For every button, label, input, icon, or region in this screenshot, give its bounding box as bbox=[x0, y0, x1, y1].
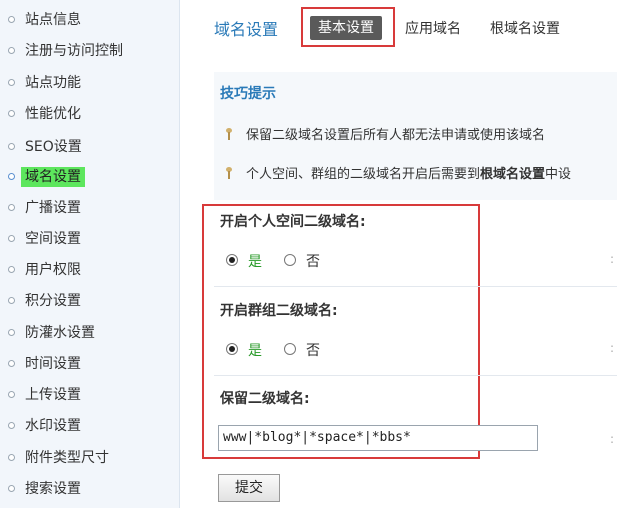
bullet-icon bbox=[8, 143, 15, 150]
group-yes-radio[interactable] bbox=[226, 343, 238, 355]
sidebar-item-search[interactable]: 搜索设置 bbox=[0, 476, 180, 502]
sidebar-item-label: 性能优化 bbox=[25, 106, 81, 122]
reserved-domains-label: 保留二级域名: bbox=[220, 391, 310, 407]
bullet-icon bbox=[8, 391, 15, 398]
tab-bar: 域名设置 基本设置 应用域名 根域名设置 bbox=[188, 0, 617, 58]
sidebar-item-domain[interactable]: 域名设置 bbox=[0, 164, 180, 190]
sidebar-item-label: 上传设置 bbox=[25, 387, 81, 403]
sidebar-item-performance[interactable]: 性能优化 bbox=[0, 101, 180, 127]
bullet-icon bbox=[8, 454, 15, 461]
bullet-icon bbox=[8, 297, 15, 304]
radio-no-label[interactable]: 否 bbox=[306, 340, 320, 360]
bullet-icon bbox=[8, 235, 15, 242]
group-label: 开启群组二级域名: bbox=[220, 303, 338, 319]
tips-box: 技巧提示 保留二级域名设置后所有人都无法申请或使用该域名 个人空间、群组的二级域… bbox=[214, 72, 617, 200]
sidebar-item-anti-spam[interactable]: 防灌水设置 bbox=[0, 320, 180, 346]
sidebar: 站点信息 注册与访问控制 站点功能 性能优化 SEO设置 域名设置 广播设置 空… bbox=[0, 0, 180, 508]
truncated-hint: : bbox=[610, 341, 615, 355]
radio-no-label[interactable]: 否 bbox=[306, 251, 320, 271]
sidebar-item-broadcast[interactable]: 广播设置 bbox=[0, 195, 180, 221]
tab-root-domain[interactable]: 根域名设置 bbox=[490, 18, 560, 38]
radio-yes-label[interactable]: 是 bbox=[248, 251, 262, 271]
sidebar-item-time[interactable]: 时间设置 bbox=[0, 351, 180, 377]
group-no-radio[interactable] bbox=[284, 343, 296, 355]
divider bbox=[214, 375, 617, 376]
main-panel: 域名设置 基本设置 应用域名 根域名设置 技巧提示 保留二级域名设置后所有人都无… bbox=[188, 0, 617, 508]
sidebar-item-space[interactable]: 空间设置 bbox=[0, 226, 180, 252]
truncated-hint: : bbox=[610, 432, 615, 446]
divider bbox=[214, 286, 617, 287]
bullet-icon bbox=[8, 266, 15, 273]
sidebar-item-label: 用户权限 bbox=[25, 262, 81, 278]
sidebar-item-label: 积分设置 bbox=[25, 293, 81, 309]
tip-text: 个人空间、群组的二级域名开启后需要到 bbox=[246, 167, 481, 182]
bullet-icon bbox=[8, 422, 15, 429]
bullet-icon bbox=[8, 329, 15, 336]
sidebar-item-user-permissions[interactable]: 用户权限 bbox=[0, 257, 180, 283]
sidebar-item-label: SEO设置 bbox=[25, 139, 82, 155]
sidebar-item-seo[interactable]: SEO设置 bbox=[0, 134, 180, 160]
sidebar-item-label: 水印设置 bbox=[25, 418, 81, 434]
tip-line: 保留二级域名设置后所有人都无法申请或使用该域名 bbox=[246, 128, 546, 143]
radio-yes-label[interactable]: 是 bbox=[248, 340, 262, 360]
sidebar-item-label: 站点信息 bbox=[25, 12, 81, 28]
sidebar-item-label: 搜索设置 bbox=[25, 481, 81, 497]
tab-app-domain[interactable]: 应用域名 bbox=[405, 18, 461, 38]
sidebar-item-upload[interactable]: 上传设置 bbox=[0, 382, 180, 408]
bullet-icon bbox=[8, 110, 15, 117]
bullet-icon bbox=[8, 47, 15, 54]
sidebar-item-label: 站点功能 bbox=[25, 75, 81, 91]
page-title: 域名设置 bbox=[214, 20, 279, 39]
bullet-icon bbox=[8, 360, 15, 367]
sidebar-item-label: 附件类型尺寸 bbox=[25, 450, 109, 466]
sidebar-item-watermark[interactable]: 水印设置 bbox=[0, 413, 180, 439]
bullet-icon bbox=[8, 485, 15, 492]
reserved-domains-input[interactable]: www|*blog*|*space*|*bbs* bbox=[218, 425, 538, 451]
sidebar-item-label: 防灌水设置 bbox=[25, 325, 95, 341]
sidebar-item-site-info[interactable]: 站点信息 bbox=[0, 7, 180, 33]
tab-basic-settings[interactable]: 基本设置 bbox=[310, 16, 382, 40]
sidebar-item-attachment-types[interactable]: 附件类型尺寸 bbox=[0, 445, 180, 471]
highlight-frame bbox=[202, 204, 480, 459]
bullet-icon bbox=[8, 204, 15, 211]
bullet-icon bbox=[8, 79, 15, 86]
bullet-icon bbox=[8, 173, 15, 180]
sidebar-item-credits[interactable]: 积分设置 bbox=[0, 288, 180, 314]
personal-space-label: 开启个人空间二级域名: bbox=[220, 214, 366, 230]
tip-line: 个人空间、群组的二级域名开启后需要到根域名设置中设 bbox=[246, 163, 571, 182]
sidebar-item-label: 时间设置 bbox=[25, 356, 81, 372]
pin-icon bbox=[225, 128, 233, 140]
personal-space-no-radio[interactable] bbox=[284, 254, 296, 266]
sidebar-item-site-features[interactable]: 站点功能 bbox=[0, 70, 180, 96]
submit-button[interactable]: 提交 bbox=[218, 474, 280, 502]
tips-title: 技巧提示 bbox=[220, 86, 276, 102]
tip-text: 中设 bbox=[545, 167, 572, 182]
bullet-icon bbox=[8, 16, 15, 23]
sidebar-item-label: 空间设置 bbox=[25, 231, 81, 247]
sidebar-item-register-access[interactable]: 注册与访问控制 bbox=[0, 38, 180, 64]
personal-space-yes-radio[interactable] bbox=[226, 254, 238, 266]
sidebar-item-label: 注册与访问控制 bbox=[25, 43, 123, 59]
sidebar-item-label: 广播设置 bbox=[25, 200, 81, 216]
truncated-hint: : bbox=[610, 252, 615, 266]
tip-link-text: 根域名设置 bbox=[480, 167, 546, 182]
sidebar-item-label: 域名设置 bbox=[21, 167, 85, 187]
pin-icon bbox=[225, 167, 233, 179]
